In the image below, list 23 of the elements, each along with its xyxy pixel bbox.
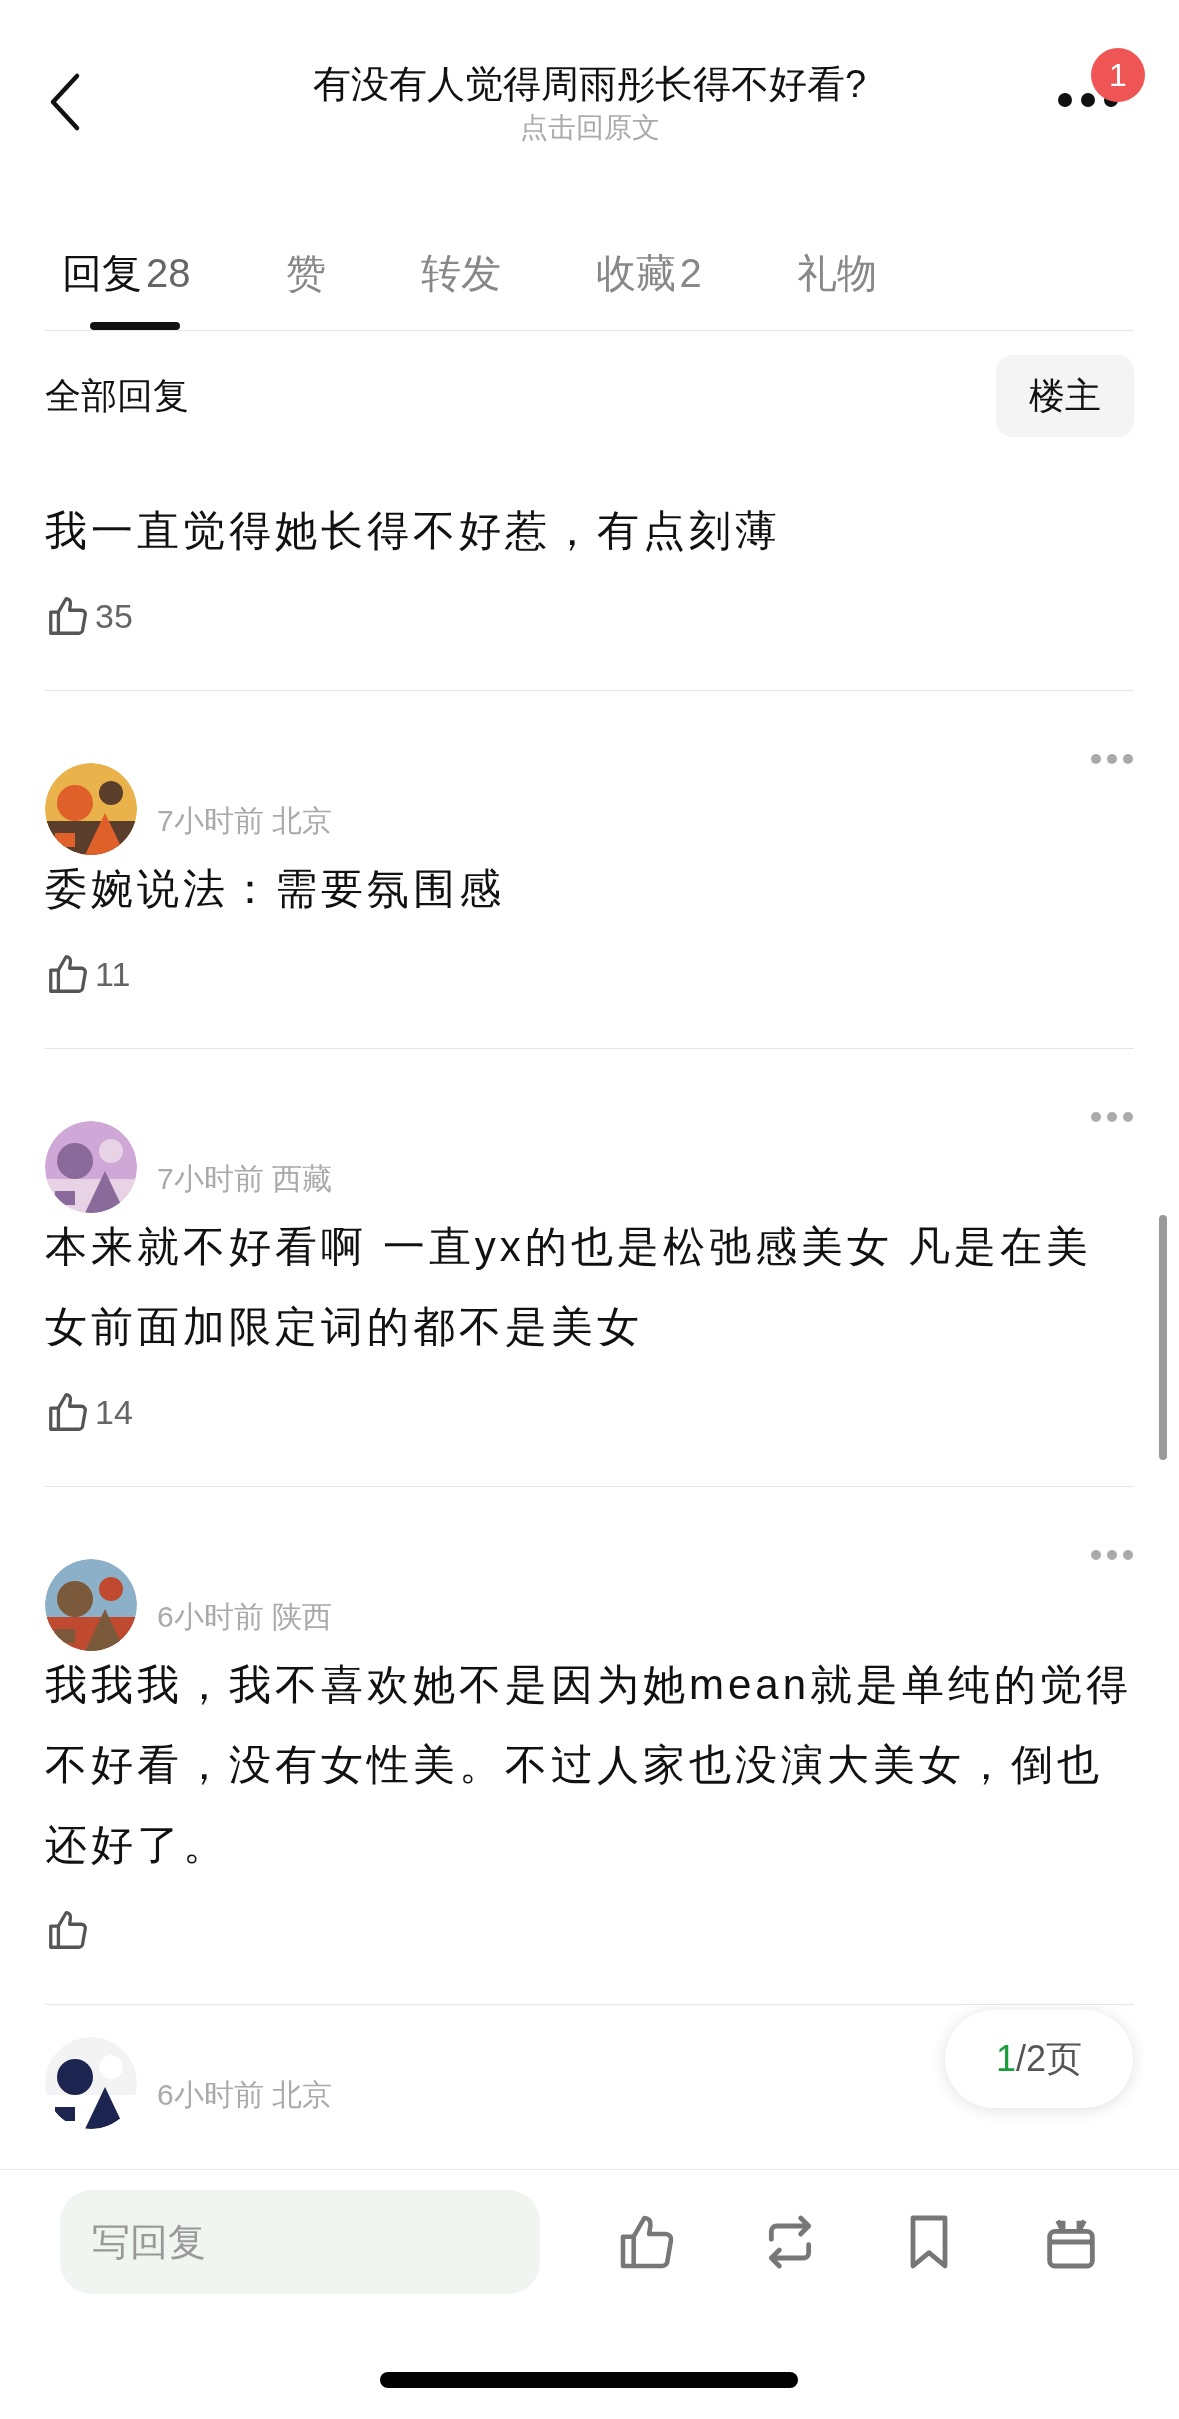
like-count: 35 — [95, 595, 133, 637]
comment-meta: 7小时前 西藏 — [157, 1160, 333, 1197]
like-count: 14 — [95, 1391, 133, 1433]
thread-title: 有没有人觉得周雨彤长得不好看? — [311, 62, 868, 107]
tab[interactable]: 收藏2 — [595, 244, 702, 301]
comment-text: 委婉说法：需要氛围感 — [45, 864, 506, 914]
comment-text: 我我我，我不喜欢她不是因为她mean就是单纯的觉得不好看，没有女性美。不过人家也没演大美女，倒也还好了。 — [45, 1660, 1134, 1870]
comment-meta: 7小时前 北京 — [157, 802, 333, 839]
tab[interactable]: 转发 — [420, 244, 501, 301]
reply-field[interactable]: 写回复 — [60, 2190, 540, 2294]
comment-text: 本来就不好看啊 一直yx的也是松弛感美女 凡是在美女前面加限定词的都不是美女 — [45, 1222, 1094, 1352]
comment-meta: 6小时前 陕西 — [157, 1598, 333, 1635]
tab[interactable]: 回复28 — [62, 244, 191, 301]
tab[interactable]: 礼物 — [796, 244, 877, 301]
like-count: 11 — [95, 953, 131, 995]
view-original-link[interactable]: 点击回原文 — [480, 110, 699, 146]
author-filter-button[interactable]: 楼主 — [996, 355, 1134, 437]
comment-text: 我一直觉得她长得不好惹，有点刻薄 — [45, 506, 782, 556]
comment-meta: 6小时前 北京 — [157, 2076, 333, 2113]
section-label: 全部回复 — [45, 374, 189, 418]
tab[interactable]: 赞 — [285, 244, 326, 301]
notification-badge: 1 — [1091, 48, 1145, 102]
page-indicator[interactable]: 1/2页 — [945, 2010, 1133, 2108]
